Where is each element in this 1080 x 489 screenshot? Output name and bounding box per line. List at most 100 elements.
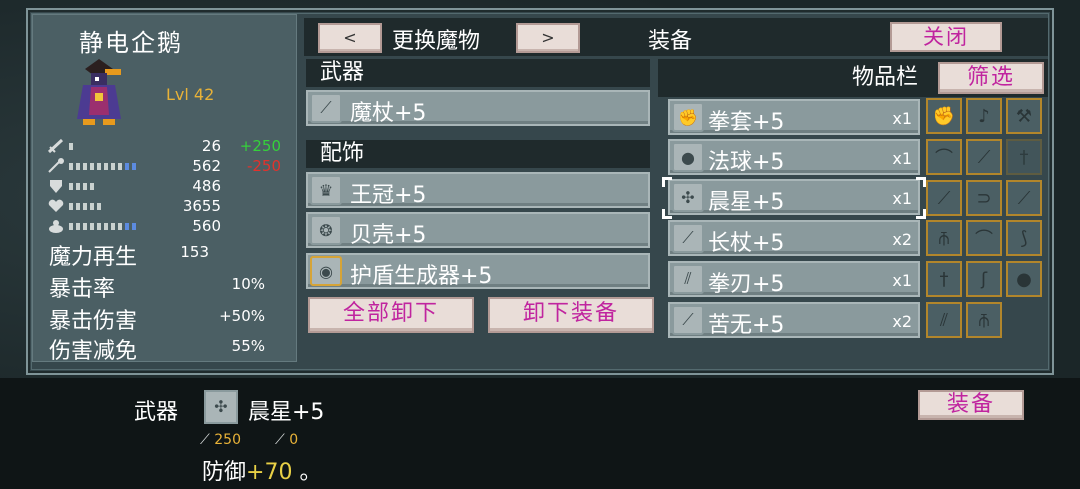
filter-button[interactable]: 筛选 — [938, 62, 1044, 94]
inventory-item[interactable]: ✊ 拳套+5 x1 — [668, 99, 920, 135]
item-count: x1 — [892, 149, 912, 168]
stick-icon[interactable]: ⟋ — [966, 139, 1002, 175]
unequip-button[interactable]: 卸下装备 — [488, 297, 654, 333]
dagger-icon[interactable]: † — [926, 261, 962, 297]
equipped-accessory-slot[interactable]: ❂ 贝壳+5 — [306, 212, 650, 248]
stat-bars — [69, 183, 94, 190]
stat-value: 153 — [180, 243, 209, 261]
heart-icon — [47, 198, 65, 214]
stat-crit-damage: 暴击伤害 +50% — [49, 303, 289, 335]
wand-icon — [47, 158, 65, 174]
unequip-all-button[interactable]: 全部卸下 — [308, 297, 474, 333]
inventory-item[interactable]: ⟋ 长杖+5 x2 — [668, 220, 920, 256]
stat-label: 暴击率 — [49, 277, 116, 302]
inventory-item[interactable]: ● 法球+5 x1 — [668, 139, 920, 175]
equipped-accessory-slot[interactable]: ♛ 王冠+5 — [306, 172, 650, 208]
torch-icon[interactable]: ⟋ — [926, 180, 962, 216]
inventory-item-selected[interactable]: ✣ 晨星+5 x1 — [668, 179, 920, 215]
effect-value: +70 — [246, 460, 293, 485]
stat-bars — [69, 223, 136, 230]
prev-monster-button[interactable]: < — [318, 23, 382, 53]
character-panel: 静电企鹅 Lvl 42 26 +250 562 -250 486 3655 56… — [32, 14, 297, 365]
item-count: x1 — [892, 271, 912, 290]
item-name: 法球+5 — [708, 150, 785, 175]
accessory-section-header: 配饰 — [306, 140, 650, 168]
staff-dark-icon[interactable]: ⟋ — [1006, 180, 1042, 216]
longstaff-icon: ⟋ — [672, 223, 704, 253]
lute-icon[interactable]: ♪ — [966, 98, 1002, 134]
bow-icon[interactable]: ⌒ — [966, 220, 1002, 256]
scythe-icon[interactable]: ⟆ — [1006, 220, 1042, 256]
crown-icon: ♛ — [310, 175, 342, 205]
attack-value: 250 — [214, 432, 241, 448]
detail-item-name: 晨星+5 — [248, 400, 325, 425]
inventory-item[interactable]: ⟋ 苦无+5 x2 — [668, 302, 920, 338]
shield-generator-icon: ◉ — [310, 256, 342, 286]
detail-attack-stat: ⟋ 250 — [200, 432, 241, 448]
stat-crit-rate: 暴击率 10% — [49, 271, 289, 303]
hammer-icon[interactable]: ⚒ — [1006, 98, 1042, 134]
penguin-portrait-icon — [77, 59, 121, 125]
wand-icon: ⟋ — [275, 432, 285, 448]
orb-icon: ● — [672, 142, 704, 172]
gauntlet-icon: ✊ — [672, 102, 704, 132]
stat-value: 562 — [192, 157, 221, 175]
close-button[interactable]: 关闭 — [890, 22, 1002, 52]
equipped-weapon-slot[interactable]: ⟋ 魔杖+5 — [306, 90, 650, 126]
stat-value: 10% — [231, 275, 265, 293]
orb-dark-icon[interactable]: ● — [1006, 261, 1042, 297]
stat-value: 3655 — [182, 197, 221, 215]
stat-attack: 26 +250 — [47, 137, 297, 155]
stat-label: 魔力再生 — [49, 245, 138, 270]
weapon-section-header: 武器 — [306, 59, 650, 87]
stat-defense: 486 — [47, 177, 297, 195]
change-monster-label: 更换魔物 — [392, 29, 481, 54]
kunai-icon: ⟋ — [672, 305, 704, 335]
selection-corner — [662, 209, 672, 219]
hook-icon[interactable]: ⊃ — [966, 180, 1002, 216]
spear-icon[interactable]: ⫚ — [966, 302, 1002, 338]
trident-icon[interactable]: ⫚ — [926, 220, 962, 256]
sword-faded-icon[interactable]: † — [1006, 139, 1042, 175]
selection-corner — [916, 209, 926, 219]
stat-label: 伤害减免 — [49, 339, 138, 364]
gauntlet-icon[interactable]: ✊ — [926, 98, 962, 134]
magic-value: 0 — [289, 432, 299, 448]
item-name: 王冠+5 — [350, 183, 427, 208]
item-name: 苦无+5 — [708, 313, 785, 338]
shield-icon — [47, 178, 65, 194]
stat-value: 26 — [201, 137, 221, 155]
item-name: 拳套+5 — [708, 110, 785, 135]
stat-modifier: +250 — [239, 137, 281, 155]
shell-icon: ❂ — [310, 215, 342, 245]
item-name: 长杖+5 — [708, 231, 785, 256]
stat-value: 486 — [192, 177, 221, 195]
stat-mana: 560 — [47, 217, 297, 235]
stat-label: 暴击伤害 — [49, 309, 138, 334]
detail-magic-stat: ⟋ 0 — [275, 432, 298, 448]
stat-hp: 3655 — [47, 197, 297, 215]
staff-icon: ⟋ — [310, 93, 342, 123]
fist-blade-icon: ⫽ — [672, 264, 704, 294]
selection-corner — [662, 177, 672, 187]
equipped-accessory-slot[interactable]: ◉ 护盾生成器+5 — [306, 253, 650, 289]
equipment-title: 装备 — [648, 29, 693, 54]
claw-icon[interactable]: ʃ — [966, 261, 1002, 297]
stat-damage-reduction: 伤害减免 55% — [49, 333, 289, 365]
stat-value: 560 — [192, 217, 221, 235]
inventory-item[interactable]: ⫽ 拳刃+5 x1 — [668, 261, 920, 297]
character-level: Lvl 42 — [166, 85, 215, 104]
item-name: 晨星+5 — [708, 190, 785, 215]
sword-icon: ⟋ — [200, 432, 210, 448]
stat-mana-regen: 魔力再生 153 — [49, 239, 289, 271]
mana-icon — [47, 218, 65, 234]
item-count: x1 — [892, 189, 912, 208]
equip-button[interactable]: 装备 — [918, 390, 1024, 420]
effect-suffix: 。 — [299, 460, 322, 485]
next-monster-button[interactable]: > — [516, 23, 580, 53]
boomerang-icon[interactable]: ⌒ — [926, 139, 962, 175]
stat-bars — [69, 163, 136, 170]
item-detail-panel: 武器 ✣ 晨星+5 ⟋ 250 ⟋ 0 防御+70 。 装备 — [0, 378, 1080, 489]
blade-icon[interactable]: ⫽ — [926, 302, 962, 338]
item-name: 魔杖+5 — [350, 101, 427, 126]
